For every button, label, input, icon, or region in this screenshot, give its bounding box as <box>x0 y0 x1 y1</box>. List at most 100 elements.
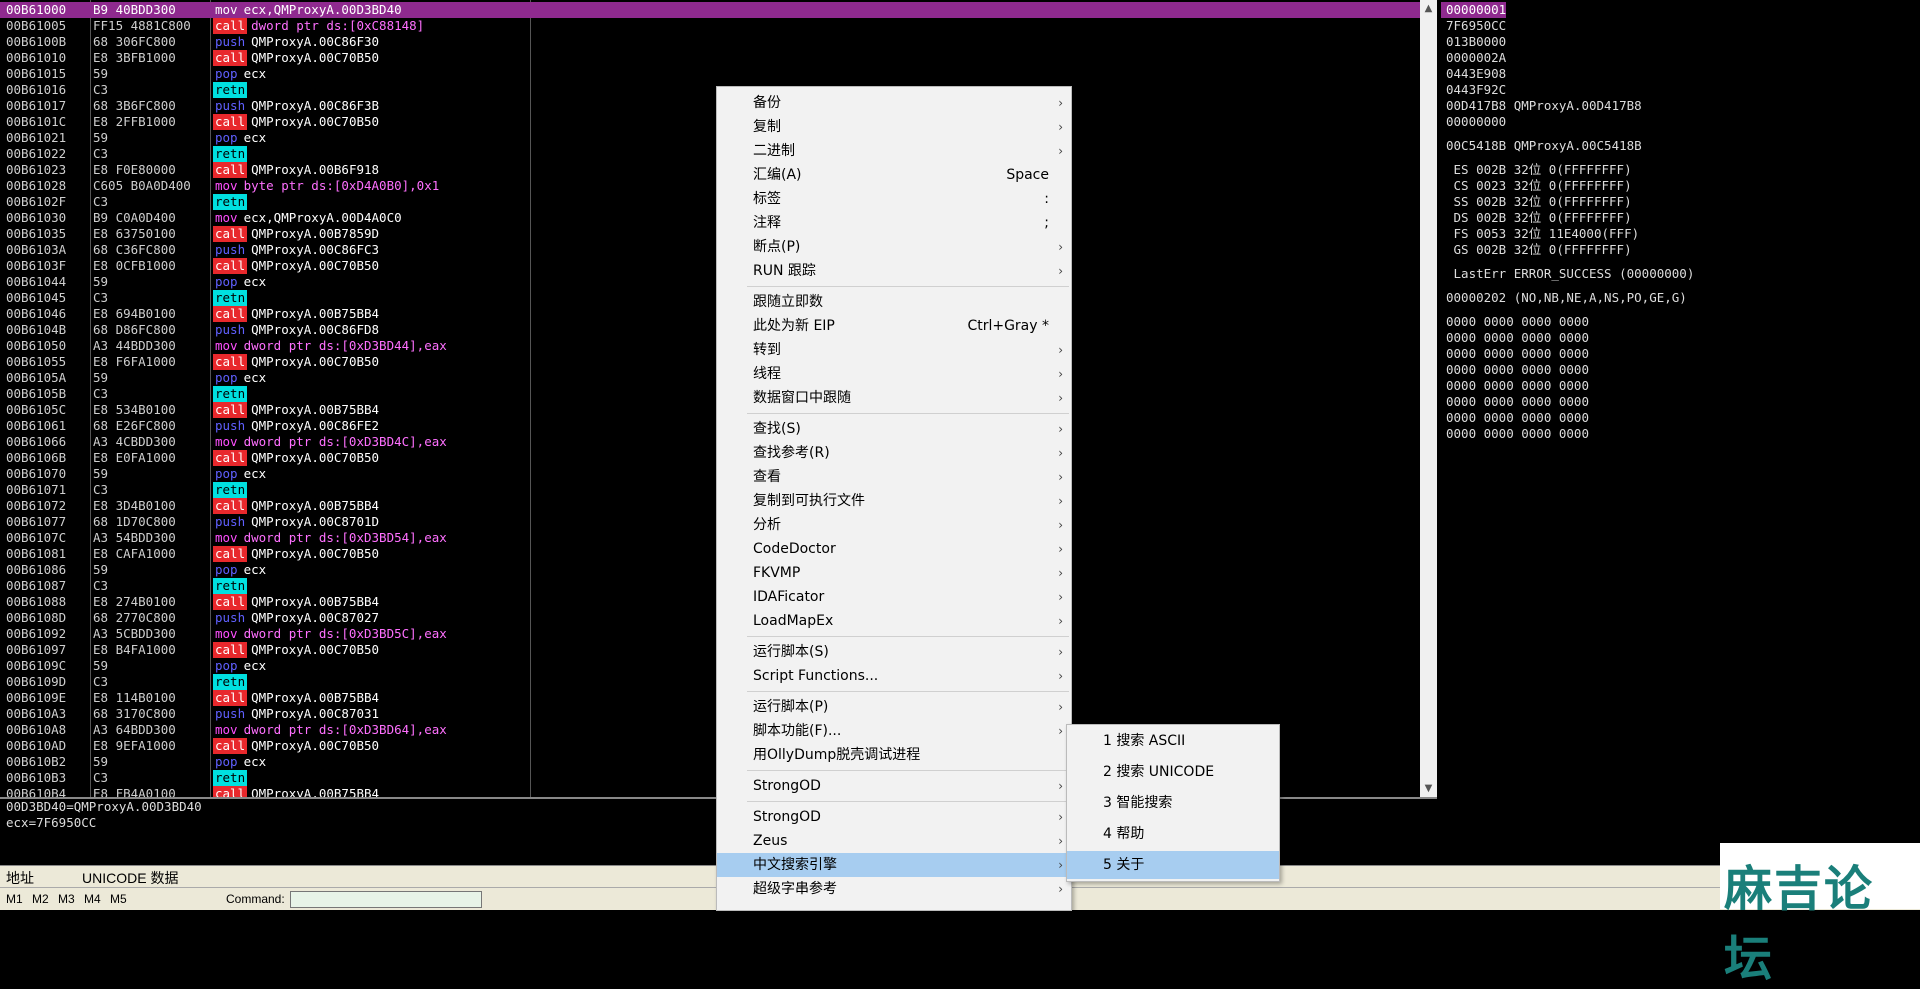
registers-pane[interactable]: 00000001 7F6950CC 013B0000 0000002A 0443E908… <box>1440 0 1920 865</box>
register-line[interactable]: 0000 0000 0000 0000 <box>1446 410 1589 426</box>
menu-item[interactable]: 注释; <box>717 211 1071 235</box>
menu-item[interactable]: 查找参考(R) › <box>717 441 1071 465</box>
disasm-opcode: mov <box>215 2 238 17</box>
register-line[interactable]: 00000001 <box>1441 2 1507 18</box>
menu-separator <box>747 801 1069 802</box>
disasm-hex: E8 274B0100 <box>93 594 176 609</box>
memory-tab-m4[interactable]: M4 <box>84 892 101 906</box>
menu-item[interactable]: 二进制 › <box>717 139 1071 163</box>
register-line[interactable]: 0000 0000 0000 0000 <box>1446 362 1589 378</box>
menu-item[interactable]: 标签: <box>717 187 1071 211</box>
submenu-item[interactable]: 1 搜索 ASCII <box>1067 727 1279 755</box>
memory-tab-m1[interactable]: M1 <box>6 892 23 906</box>
disasm-instruction: retn <box>213 674 251 690</box>
menu-item[interactable]: CodeDoctor › <box>717 537 1071 561</box>
menu-item[interactable]: FKVMP › <box>717 561 1071 585</box>
register-line[interactable]: 0443E908 <box>1446 66 1506 82</box>
disasm-opcode: pop <box>215 466 238 481</box>
menu-item[interactable]: LoadMapEx › <box>717 609 1071 633</box>
register-line[interactable]: ES 002B 32位 0(FFFFFFFF) <box>1446 162 1632 178</box>
disasm-address: 00B61092 <box>6 626 67 641</box>
submenu-item-label: 3 智能搜索 <box>1103 795 1173 811</box>
disasm-hex: C3 <box>93 770 109 785</box>
memory-tab-m5[interactable]: M5 <box>110 892 127 906</box>
disasm-instruction: mov ecx,QMProxyA.00D4A0C0 <box>213 210 402 226</box>
register-line[interactable]: 0000002A <box>1446 50 1506 66</box>
menu-item[interactable]: Zeus › <box>717 829 1071 853</box>
scroll-down-icon[interactable]: ▼ <box>1420 780 1437 797</box>
disasm-address: 00B61086 <box>6 562 67 577</box>
register-line[interactable]: 00C5418B QMProxyA.00C5418B <box>1446 138 1642 154</box>
menu-item[interactable]: Script Functions... › <box>717 664 1071 688</box>
disasm-address: 00B6109C <box>6 658 67 673</box>
disasm-opcode: pop <box>215 562 238 577</box>
menu-item[interactable]: StrongOD › <box>717 774 1071 798</box>
menu-item[interactable]: IDAFicator › <box>717 585 1071 609</box>
register-line[interactable]: CS 0023 32位 0(FFFFFFFF) <box>1446 178 1632 194</box>
disasm-hex: E8 2FFB1000 <box>93 114 176 129</box>
register-line[interactable]: GS 002B 32位 0(FFFFFFFF) <box>1446 242 1632 258</box>
submenu-item[interactable]: 2 搜索 UNICODE <box>1067 758 1279 786</box>
memory-tab-m2[interactable]: M2 <box>32 892 49 906</box>
scroll-up-icon[interactable]: ▲ <box>1420 0 1437 17</box>
menu-item[interactable]: 查找(S) › <box>717 417 1071 441</box>
menu-item-label: 标签 <box>753 191 781 207</box>
memory-tab-m3[interactable]: M3 <box>58 892 75 906</box>
disassembly-scrollbar[interactable]: ▲ ▼ <box>1420 0 1437 797</box>
register-line[interactable]: 0000 0000 0000 0000 <box>1446 394 1589 410</box>
command-input[interactable] <box>290 891 482 908</box>
menu-item[interactable]: 数据窗口中跟随 › <box>717 386 1071 410</box>
register-line[interactable]: 00000202 (NO,NB,NE,A,NS,PO,GE,G) <box>1446 290 1687 306</box>
disasm-operands: ecx <box>243 130 267 145</box>
menu-item[interactable]: 断点(P) › <box>717 235 1071 259</box>
submenu-arrow-icon: › <box>1058 240 1063 254</box>
menu-item[interactable]: 转到 › <box>717 338 1071 362</box>
register-line[interactable]: 0000 0000 0000 0000 <box>1446 426 1589 442</box>
menu-item[interactable]: 运行脚本(P) › <box>717 695 1071 719</box>
menu-item[interactable]: 线程 › <box>717 362 1071 386</box>
register-line[interactable]: FS 0053 32位 11E4000(FFF) <box>1446 226 1640 242</box>
register-line[interactable]: LastErr ERROR_SUCCESS (00000000) <box>1446 266 1695 282</box>
register-line[interactable]: 0000 0000 0000 0000 <box>1446 330 1589 346</box>
menu-item[interactable]: 复制 › <box>717 115 1071 139</box>
disasm-opcode: retn <box>213 674 248 690</box>
menu-item[interactable]: 分析 › <box>717 513 1071 537</box>
menu-item[interactable]: 中文搜索引擎 › <box>717 853 1071 877</box>
menu-item[interactable]: 运行脚本(S) › <box>717 640 1071 664</box>
register-line[interactable]: 0000 0000 0000 0000 <box>1446 314 1589 330</box>
submenu-item[interactable]: 3 智能搜索 <box>1067 789 1279 817</box>
menu-item-label: 分析 <box>753 517 781 533</box>
dump-col-address[interactable]: 地址 <box>6 868 34 888</box>
menu-item[interactable]: 用OllyDump脱壳调试进程 <box>717 743 1071 767</box>
dump-col-data[interactable]: UNICODE 数据 <box>82 868 178 888</box>
submenu-item[interactable]: 4 帮助 <box>1067 820 1279 848</box>
submenu-item[interactable]: 5 关于 <box>1067 851 1279 879</box>
register-line[interactable]: 0443F92C <box>1446 82 1506 98</box>
register-line[interactable]: 00000000 <box>1446 114 1506 130</box>
disasm-hex: 59 <box>93 274 109 289</box>
menu-item[interactable]: 超级字串参考 › <box>717 877 1071 901</box>
menu-item[interactable]: 跟随立即数 <box>717 290 1071 314</box>
disasm-operands: ecx <box>243 562 267 577</box>
menu-item-label: 运行脚本(S) <box>753 644 829 660</box>
menu-item[interactable]: 脚本功能(F)... › <box>717 719 1071 743</box>
disasm-row[interactable]: 00B61000 B9 40BDD300 mov ecx,QMProxyA.00D3B… <box>0 2 1420 18</box>
register-line[interactable]: 013B0000 <box>1446 34 1506 50</box>
register-line[interactable]: SS 002B 32位 0(FFFFFFFF) <box>1446 194 1632 210</box>
register-line[interactable]: 00D417B8 QMProxyA.00D417B8 <box>1446 98 1642 114</box>
disasm-hex: E8 0CFB1000 <box>93 258 176 273</box>
menu-item[interactable]: 此处为新 EIP Ctrl+Gray * <box>717 314 1071 338</box>
disasm-instruction: call QMProxyA.00C70B50 <box>213 450 379 466</box>
menu-item[interactable]: 备份 › <box>717 91 1071 115</box>
register-line[interactable]: DS 002B 32位 0(FFFFFFFF) <box>1446 210 1632 226</box>
menu-item[interactable]: 查看 › <box>717 465 1071 489</box>
disasm-instruction: call QMProxyA.00B75BB4 <box>213 594 379 610</box>
menu-item[interactable]: 复制到可执行文件 › <box>717 489 1071 513</box>
register-line[interactable]: 0000 0000 0000 0000 <box>1446 346 1589 362</box>
menu-item[interactable]: 汇编(A) Space <box>717 163 1071 187</box>
menu-item[interactable]: RUN 跟踪 › <box>717 259 1071 283</box>
register-line[interactable]: 7F6950CC <box>1446 18 1506 34</box>
menu-item[interactable]: StrongOD › <box>717 805 1071 829</box>
menu-item-label: 汇编(A) <box>753 167 802 183</box>
register-line[interactable]: 0000 0000 0000 0000 <box>1446 378 1589 394</box>
